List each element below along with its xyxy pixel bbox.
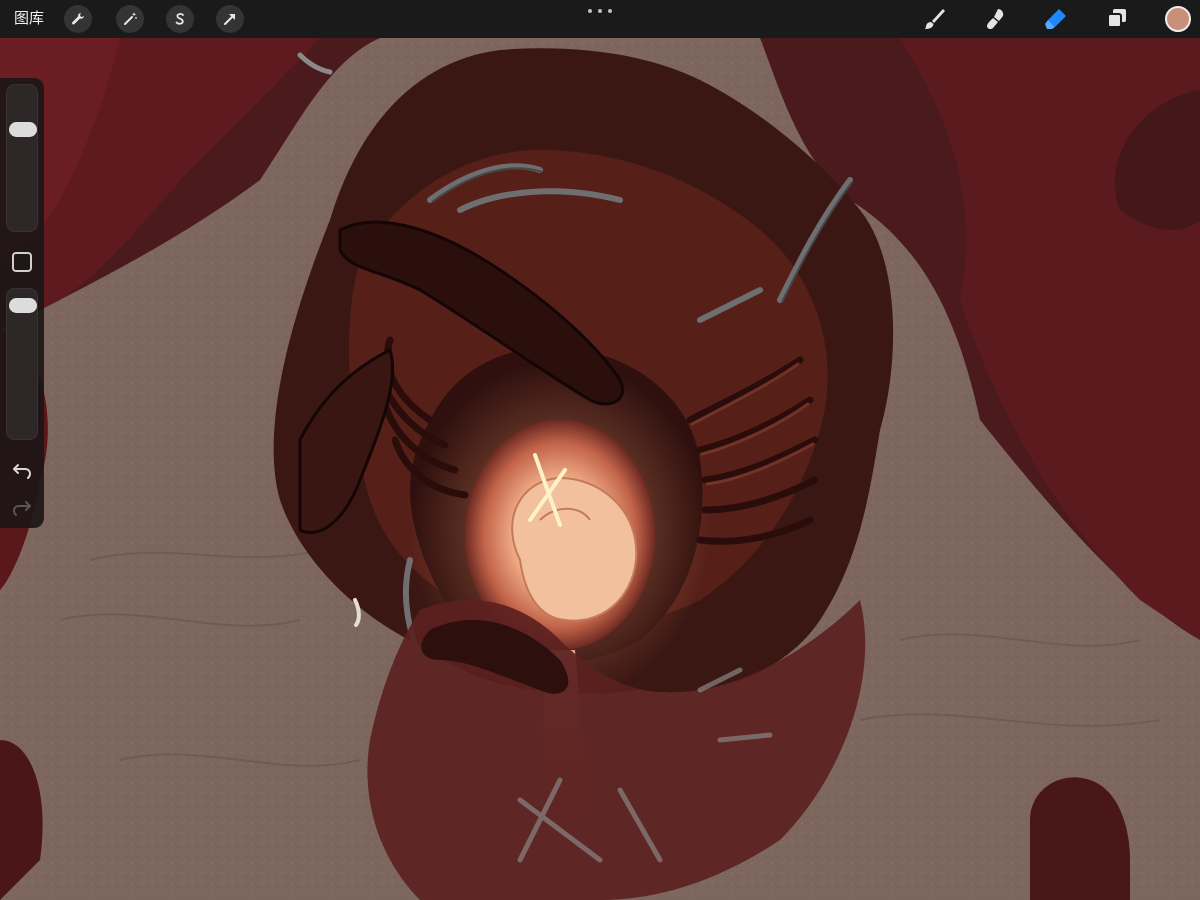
eraser-tool-button[interactable]: [1042, 6, 1070, 32]
left-sidebar: [0, 78, 44, 528]
smudge-tool-button[interactable]: [982, 6, 1010, 32]
dot-icon: [598, 9, 602, 13]
gallery-button[interactable]: 图库: [14, 9, 44, 29]
layers-icon: [1107, 9, 1126, 28]
transform-arrow-icon: [224, 14, 235, 25]
drawing-canvas[interactable]: [0, 0, 1200, 900]
transform-button[interactable]: [216, 5, 244, 33]
redo-button[interactable]: [9, 496, 35, 518]
brush-tool-button[interactable]: [920, 6, 948, 32]
brush-size-slider[interactable]: [6, 84, 38, 232]
modify-button[interactable]: [12, 252, 32, 272]
dot-icon: [588, 9, 592, 13]
brush-icon: [925, 9, 945, 29]
adjustments-button[interactable]: [116, 5, 144, 33]
brush-opacity-slider[interactable]: [6, 288, 38, 440]
layers-button[interactable]: [1103, 6, 1131, 32]
selection-button[interactable]: [166, 5, 194, 33]
undo-button[interactable]: [9, 459, 35, 481]
top-toolbar: 图库: [0, 0, 1200, 38]
more-options-button[interactable]: [588, 4, 612, 18]
brush-opacity-slider-thumb[interactable]: [9, 298, 37, 313]
smudge-icon: [987, 9, 1004, 30]
brush-size-slider-thumb[interactable]: [9, 122, 37, 137]
redo-icon: [12, 501, 31, 516]
artwork: [0, 0, 1200, 900]
eraser-icon: [1045, 9, 1066, 29]
undo-icon: [13, 464, 32, 479]
actions-button[interactable]: [64, 5, 92, 33]
dot-icon: [608, 9, 612, 13]
color-picker-button[interactable]: [1165, 6, 1191, 32]
wrench-icon: [72, 12, 84, 25]
magic-wand-icon: [124, 12, 137, 25]
selection-s-icon: [175, 13, 184, 25]
